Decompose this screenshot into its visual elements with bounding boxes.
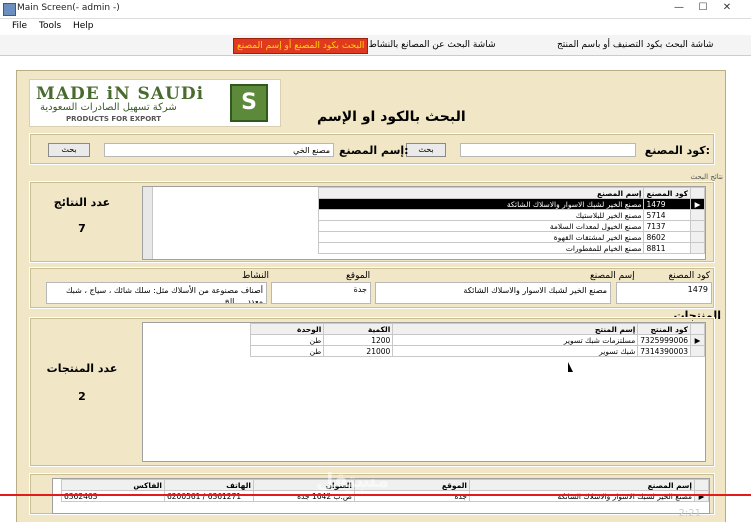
- products-panel: عدد المنتجات 2 الوحدة الكمية إسم المنتج …: [29, 317, 715, 467]
- search-form: MADE iN SAUDi شركة تسهيل الصادرات السعود…: [16, 70, 726, 522]
- results-scrollbar[interactable]: [143, 187, 153, 259]
- minimize-button[interactable]: —: [668, 0, 690, 16]
- menu-help[interactable]: Help: [73, 21, 94, 31]
- tab-strip: شاشة البحث بكود التصنيف أو باسم المنتج ش…: [0, 35, 751, 56]
- products-table: الوحدة الكمية إسم المنتج كود المنتج طن 1…: [250, 323, 705, 357]
- code-search-button[interactable]: بحث: [406, 143, 446, 157]
- logo-subtitle: PRODUCTS FOR EXPORT: [66, 115, 162, 123]
- products-header-qty[interactable]: الكمية: [323, 323, 394, 335]
- logo-badge-icon: S: [230, 84, 268, 122]
- video-time: 2:21: [678, 508, 701, 519]
- results-grid[interactable]: إسم المصنع كود المصنع مصنع الخير لشبك ال…: [142, 186, 706, 260]
- name-input[interactable]: مصنع الخي: [104, 143, 334, 157]
- code-label: كود المصنع:: [644, 144, 710, 157]
- menu-tools[interactable]: Tools: [39, 21, 61, 31]
- results-header-code[interactable]: كود المصنع: [643, 187, 691, 199]
- bottom-header-name[interactable]: إسم المصنع: [469, 479, 695, 491]
- bottom-header-fax[interactable]: الفاكس: [61, 479, 165, 491]
- table-row[interactable]: مصنع الخيول لمعدات السلامة 7137: [318, 220, 705, 232]
- results-table: إسم المصنع كود المصنع مصنع الخير لشبك ال…: [318, 187, 705, 254]
- products-count-label: عدد المنتجات: [46, 362, 118, 375]
- name-search-button[interactable]: بحث: [48, 143, 90, 157]
- results-count: 7: [78, 222, 86, 235]
- results-count-label: عدد النتائج: [53, 196, 111, 209]
- results-caption: نتائج البحث: [690, 173, 723, 181]
- menu-file[interactable]: File: [12, 21, 27, 31]
- tab-search-by-code[interactable]: البحث بكود المصنع أو إسم المصنع: [233, 38, 369, 54]
- app-icon: [3, 3, 16, 16]
- products-header-name[interactable]: إسم المنتج: [392, 323, 639, 335]
- window-title: Main Screen(- admin -): [17, 3, 120, 13]
- table-row[interactable]: مصنع الخير للبلاستيك 5714: [318, 209, 705, 221]
- title-bar: Main Screen(- admin -) — ☐ ✕: [0, 0, 751, 19]
- row-selector-icon: ▶: [690, 198, 705, 210]
- detail-activity-field[interactable]: أصناف مصنوعة من الأسلاك مثل: سلك شائك ، …: [46, 282, 267, 304]
- results-header-name[interactable]: إسم المصنع: [318, 187, 645, 199]
- bottom-header-phone[interactable]: الهاتف: [164, 479, 254, 491]
- detail-name-label: إسم المصنع: [590, 271, 635, 281]
- code-input[interactable]: [460, 143, 636, 157]
- products-header-unit[interactable]: الوحدة: [250, 323, 325, 335]
- results-panel: عدد النتائج 7 إسم المصنع كود المصنع مصنع…: [29, 181, 715, 263]
- page-title: البحث بالكود او الإسم: [317, 109, 466, 125]
- close-button[interactable]: ✕: [716, 0, 738, 16]
- main-window: Main Screen(- admin -) — ☐ ✕ File Tools …: [0, 0, 751, 522]
- made-in-saudi-logo: MADE iN SAUDi شركة تسهيل الصادرات السعود…: [29, 79, 281, 127]
- video-progress-bar[interactable]: [0, 494, 751, 496]
- table-row[interactable]: طن 1200 مسلتزمات شبك تسوير 7325999006 ▶: [250, 334, 705, 346]
- products-count: 2: [78, 390, 86, 403]
- products-header-code[interactable]: كود المنتج: [637, 323, 691, 335]
- row-selector-icon: ▶: [690, 334, 705, 346]
- detail-code-label: كود المصنع: [668, 271, 710, 281]
- name-label: إسم المصنع:: [339, 144, 409, 157]
- tab-search-by-category[interactable]: شاشة البحث بكود التصنيف أو باسم المنتج: [554, 38, 716, 52]
- table-row[interactable]: طن 21000 شبك تسوير 7314390003: [250, 345, 705, 357]
- menu-bar: File Tools Help: [0, 19, 751, 35]
- maximize-button[interactable]: ☐: [692, 0, 714, 16]
- mouse-cursor-icon: [568, 362, 573, 372]
- row-selector-icon: ▶: [694, 490, 709, 502]
- detail-location-field[interactable]: جدة: [271, 282, 371, 304]
- logo-text: MADE iN SAUDi: [36, 84, 205, 104]
- detail-activity-label: النشاط: [242, 271, 270, 281]
- detail-name-field[interactable]: مصنع الخير لشبك الاسوار والاسلاك الشائكة: [375, 282, 611, 304]
- details-panel: كود المصنع إسم المصنع الموقع النشاط 1479…: [29, 267, 715, 309]
- table-row[interactable]: مصنع الخير لمشتقات القهوة 8602: [318, 231, 705, 243]
- search-panel: كود المصنع: بحث إسم المصنع: مصنع الخي بح…: [29, 133, 715, 165]
- products-grid[interactable]: الوحدة الكمية إسم المنتج كود المنتج طن 1…: [142, 322, 706, 462]
- detail-location-label: الموقع: [346, 271, 371, 281]
- detail-code-field[interactable]: 1479: [616, 282, 712, 304]
- logo-arabic: شركة تسهيل الصادرات السعودية: [40, 102, 177, 113]
- table-row[interactable]: مصنع الخير لشبك الاسوار والاسلاك الشائكة…: [318, 198, 705, 210]
- table-row[interactable]: مصنع الخيام للمفطورات 8811: [318, 242, 705, 254]
